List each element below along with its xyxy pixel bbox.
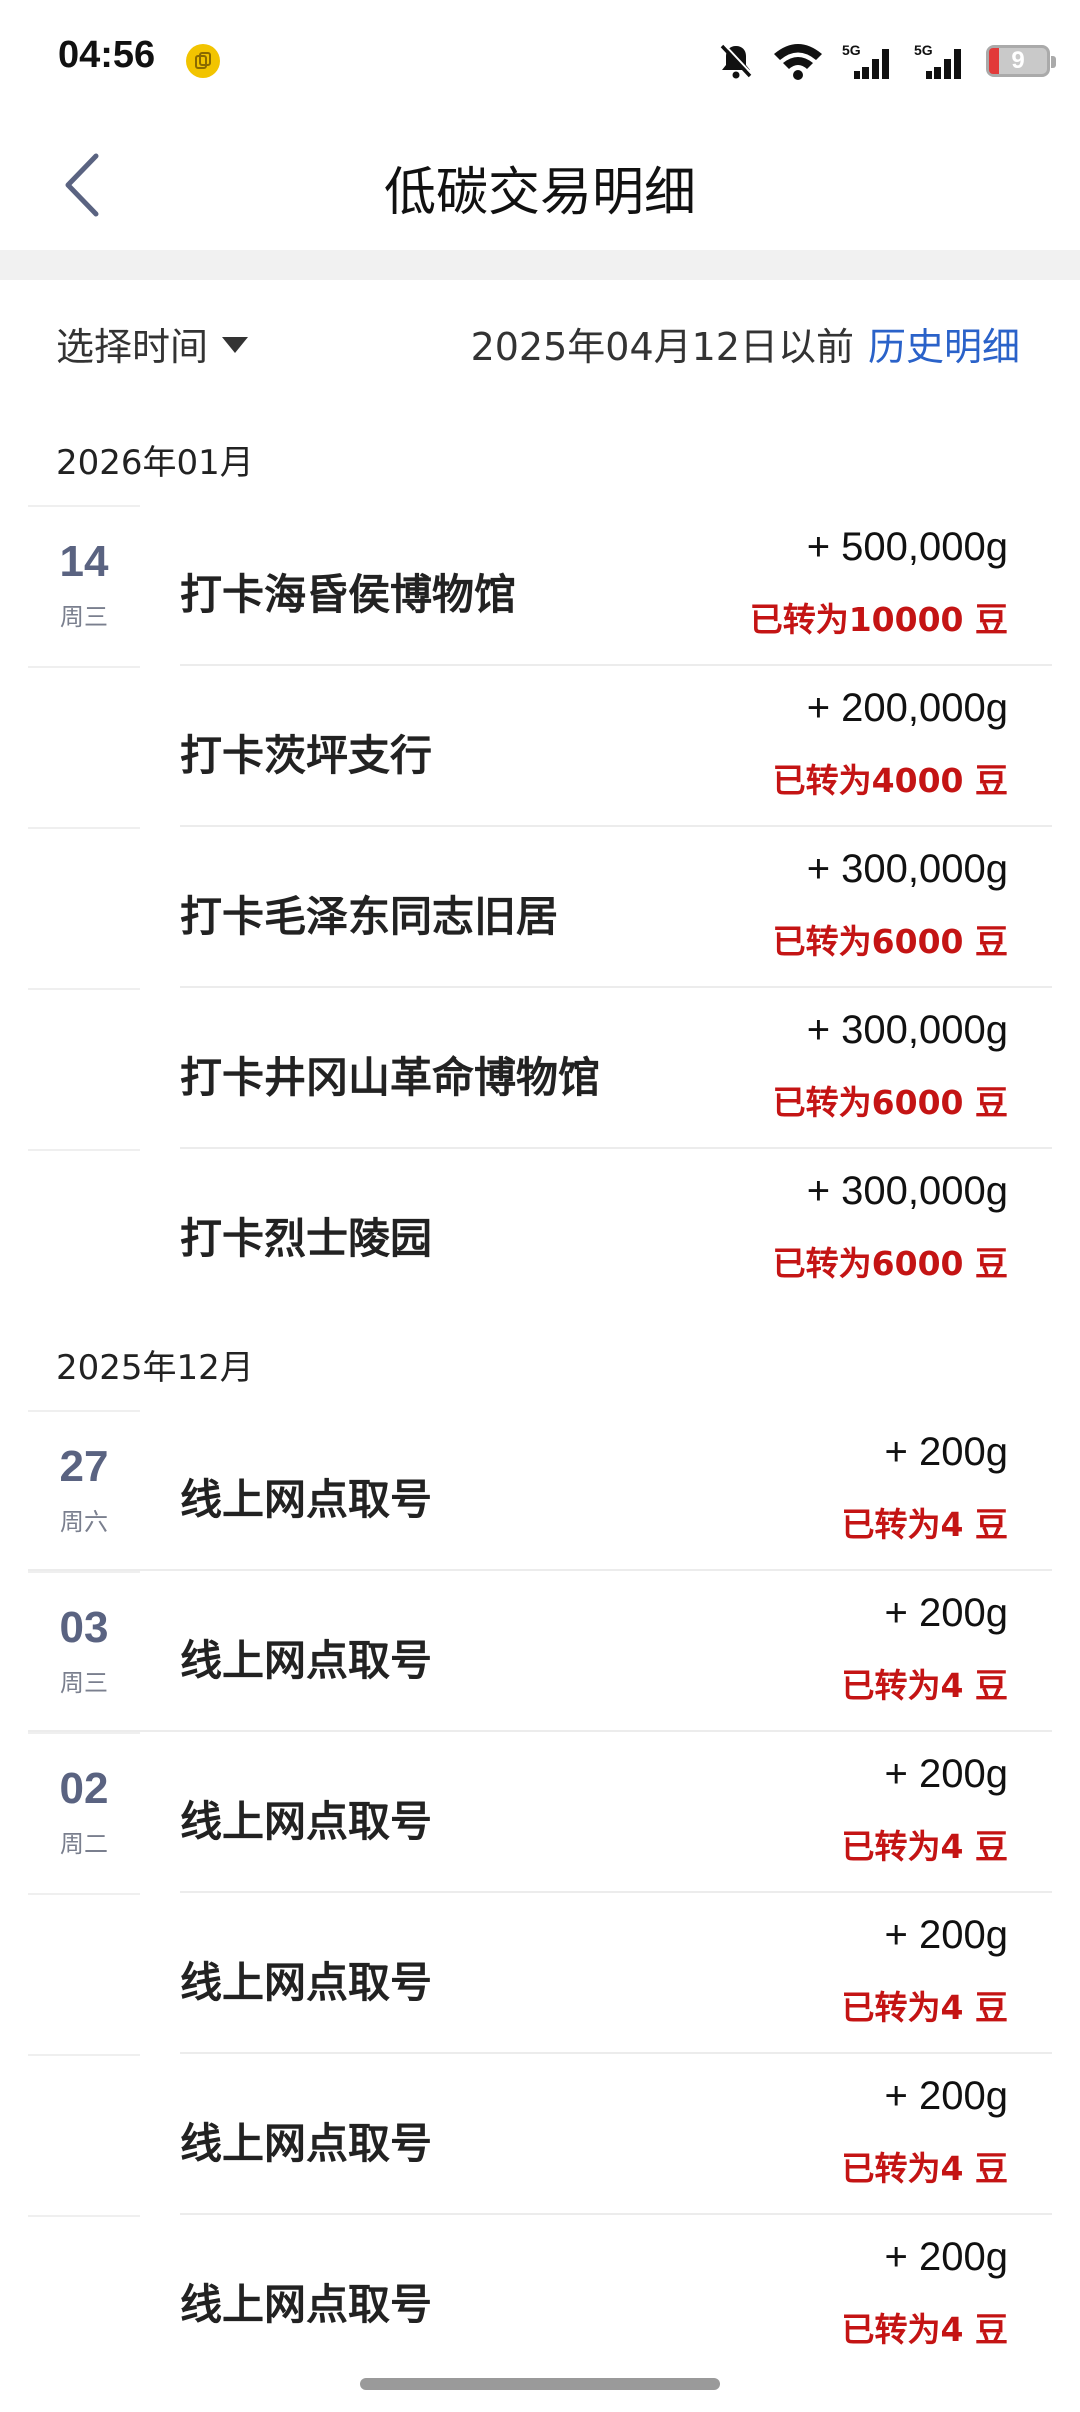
transaction-amount: + 500,000g — [806, 525, 1008, 569]
conversion-note: 已转为4 豆 — [841, 2310, 1008, 2349]
date-column — [28, 827, 140, 988]
section-divider — [0, 250, 1080, 280]
conversion-note: 已转为6000 豆 — [772, 1244, 1008, 1283]
nav-bar: 低碳交易明细 — [0, 120, 1080, 250]
date-column — [28, 2054, 140, 2215]
status-time: 04:56 — [58, 34, 156, 76]
page-title: 低碳交易明细 — [383, 163, 696, 223]
select-time-label: 选择时间 — [56, 325, 209, 369]
transaction-amount: + 200g — [884, 1752, 1008, 1796]
transaction-row[interactable]: 打卡烈士陵园 + 300,000g 已转为6000 豆 — [0, 1149, 1080, 1310]
date-weekday: 周二 — [60, 1830, 108, 1858]
wifi-icon — [772, 42, 824, 80]
date-column: 14 周三 — [28, 505, 140, 666]
date-filter-info: 2025年04月12日以前 历史明细 — [471, 316, 1020, 371]
transaction-row[interactable]: 打卡井冈山革命博物馆 + 300,000g 已转为6000 豆 — [0, 988, 1080, 1149]
transaction-amount: + 300,000g — [806, 847, 1008, 891]
conversion-note: 已转为4 豆 — [841, 1988, 1008, 2027]
transaction-title: 线上网点取号 — [180, 2280, 433, 2329]
transaction-title: 打卡海昏侯博物馆 — [180, 570, 517, 619]
conversion-note: 已转为4 豆 — [841, 1666, 1008, 1705]
conversion-note: 已转为6000 豆 — [772, 1083, 1008, 1122]
svg-text:5G: 5G — [842, 42, 861, 58]
date-weekday: 周三 — [60, 603, 108, 631]
conversion-note: 已转为4000 豆 — [772, 761, 1008, 800]
date-column — [28, 988, 140, 1149]
date-column: 03 周三 — [28, 1571, 140, 1732]
battery-icon: 9 — [986, 45, 1056, 77]
battery-level: 9 — [1011, 47, 1025, 74]
transaction-row[interactable]: 线上网点取号 + 200g 已转为4 豆 — [0, 2054, 1080, 2215]
date-column — [28, 666, 140, 827]
transaction-row[interactable]: 27 周六 线上网点取号 + 200g 已转为4 豆 — [0, 1410, 1080, 1571]
mute-icon — [718, 42, 754, 80]
transaction-row[interactable]: 打卡茨坪支行 + 200,000g 已转为4000 豆 — [0, 666, 1080, 827]
transaction-title: 打卡烈士陵园 — [180, 1214, 433, 1263]
date-column — [28, 2215, 140, 2376]
transaction-amount: + 200g — [884, 1591, 1008, 1635]
conversion-note: 已转为4 豆 — [841, 1827, 1008, 1866]
signal-icon: 5G — [914, 41, 968, 81]
home-indicator[interactable] — [360, 2378, 720, 2390]
date-column: 02 周二 — [28, 1732, 140, 1893]
transaction-amount: + 300,000g — [806, 1008, 1008, 1052]
transaction-title: 线上网点取号 — [180, 2119, 433, 2168]
date-day: 02 — [59, 1764, 109, 1813]
date-day: 03 — [59, 1603, 109, 1652]
conversion-note: 已转为10000 豆 — [749, 600, 1008, 639]
transaction-title: 打卡茨坪支行 — [180, 731, 433, 780]
transaction-amount: + 300,000g — [806, 1169, 1008, 1213]
history-details-link[interactable]: 历史明细 — [868, 316, 1020, 371]
transaction-row[interactable]: 线上网点取号 + 200g 已转为4 豆 — [0, 2215, 1080, 2376]
month-label: 2025年12月 — [56, 1348, 254, 1388]
transaction-title: 打卡井冈山革命博物馆 — [180, 1053, 601, 1102]
caret-down-icon — [222, 336, 249, 353]
date-column — [28, 1893, 140, 2054]
transaction-row[interactable]: 02 周二 线上网点取号 + 200g 已转为4 豆 — [0, 1732, 1080, 1893]
date-day: 27 — [59, 1442, 109, 1491]
transaction-amount: + 200g — [884, 1913, 1008, 1957]
transaction-list: 2026年01月 14 周三 打卡海昏侯博物馆 + 500,000g 已转为10000 豆… — [0, 405, 1080, 2376]
before-date-text: 2025年04月12日以前 — [470, 325, 854, 369]
transaction-amount: + 200g — [884, 2235, 1008, 2279]
signal-icon: 5G — [842, 41, 896, 81]
transaction-title: 线上网点取号 — [180, 1958, 433, 2007]
transaction-title: 线上网点取号 — [180, 1636, 433, 1685]
filter-row: 选择时间 2025年04月12日以前 历史明细 — [0, 280, 1080, 405]
date-column — [28, 1149, 140, 1310]
transaction-row[interactable]: 03 周三 线上网点取号 + 200g 已转为4 豆 — [0, 1571, 1080, 1732]
svg-text:5G: 5G — [914, 42, 933, 58]
select-time-dropdown[interactable]: 选择时间 — [56, 316, 249, 371]
date-weekday: 周六 — [60, 1508, 108, 1536]
conversion-note: 已转为4 豆 — [841, 1505, 1008, 1544]
month-header: 2026年01月 — [0, 405, 1080, 505]
date-column: 27 周六 — [28, 1410, 140, 1571]
month-header: 2025年12月 — [0, 1310, 1080, 1410]
transaction-row[interactable]: 线上网点取号 + 200g 已转为4 豆 — [0, 1893, 1080, 2054]
transaction-amount: + 200g — [884, 1430, 1008, 1474]
transaction-title: 打卡毛泽东同志旧居 — [180, 892, 559, 941]
transaction-amount: + 200,000g — [806, 686, 1008, 730]
date-weekday: 周三 — [60, 1669, 108, 1697]
month-label: 2026年01月 — [56, 443, 254, 483]
transaction-title: 线上网点取号 — [180, 1797, 433, 1846]
transaction-title: 线上网点取号 — [180, 1475, 433, 1524]
date-day: 14 — [59, 537, 109, 586]
transaction-row[interactable]: 打卡毛泽东同志旧居 + 300,000g 已转为6000 豆 — [0, 827, 1080, 988]
app-notification-icon — [186, 44, 220, 78]
status-bar: 04:56 5G 5G 9 — [0, 0, 1080, 120]
transaction-row[interactable]: 14 周三 打卡海昏侯博物馆 + 500,000g 已转为10000 豆 — [0, 505, 1080, 666]
conversion-note: 已转为6000 豆 — [772, 922, 1008, 961]
transaction-amount: + 200g — [884, 2074, 1008, 2118]
conversion-note: 已转为4 豆 — [841, 2149, 1008, 2188]
